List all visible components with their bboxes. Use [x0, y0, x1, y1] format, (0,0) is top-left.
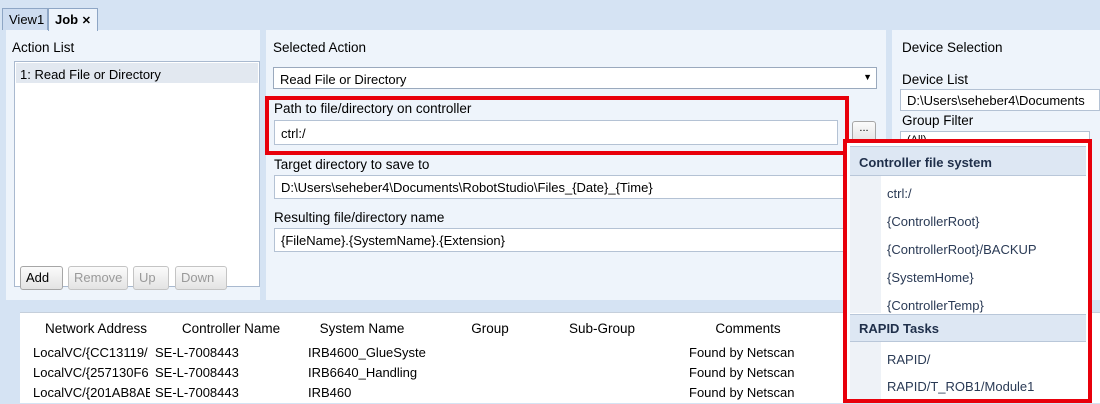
result-name-input[interactable]: {FileName}.{SystemName}.{Extension}	[274, 228, 874, 252]
remove-button[interactable]: Remove	[68, 266, 128, 290]
table-cell: LocalVC/{CC13119/	[33, 345, 148, 360]
add-button[interactable]: Add	[20, 266, 63, 290]
table-cell: SE-L-7008443	[155, 345, 239, 360]
column-header[interactable]: Sub-Group	[552, 321, 652, 336]
table-cell: Found by Netscan	[689, 365, 795, 380]
tab-job[interactable]: Job ✕	[48, 8, 98, 31]
table-cell: IRB6640_Handling	[308, 365, 418, 380]
column-header[interactable]: Group	[450, 321, 530, 336]
table-cell: LocalVC/{201AB8AE	[33, 385, 150, 400]
table-cell: SE-L-7008443	[155, 365, 239, 380]
device-selection-header: Device Selection	[902, 40, 1003, 55]
table-cell: IRB4600_GlueSyste	[308, 345, 426, 360]
tab-view1-label: View1	[9, 12, 45, 27]
column-header[interactable]: Controller Name	[166, 321, 296, 336]
dropdown-arrow-icon: ▼	[863, 72, 872, 82]
down-button[interactable]: Down	[175, 266, 227, 290]
action-type-select[interactable]: Read File or Directory ▼	[273, 67, 877, 89]
action-type-value: Read File or Directory	[280, 72, 407, 87]
group-filter-label: Group Filter	[902, 113, 974, 128]
tab-job-label: Job	[55, 12, 79, 27]
target-directory-input[interactable]: D:\Users\seheber4\Documents\RobotStudio\…	[274, 175, 874, 199]
column-header[interactable]: Comments	[688, 321, 808, 336]
action-list-header: Action List	[12, 40, 75, 55]
action-list[interactable]: 1: Read File or Directory	[14, 61, 260, 287]
selected-action-header: Selected Action	[273, 40, 367, 55]
table-cell: Found by Netscan	[689, 345, 795, 360]
up-button[interactable]: Up	[133, 266, 169, 290]
tab-view1[interactable]: View1	[2, 8, 48, 30]
column-header[interactable]: Network Address	[20, 321, 172, 336]
list-item[interactable]: 1: Read File or Directory	[16, 63, 258, 83]
device-list-label: Device List	[902, 72, 969, 87]
column-header[interactable]: System Name	[302, 321, 422, 336]
action-list-panel: Action List 1: Read File or Directory	[6, 30, 260, 300]
popup-highlight-box	[843, 139, 1092, 403]
result-label: Resulting file/directory name	[274, 210, 445, 225]
table-cell: IRB460	[308, 385, 352, 400]
table-cell: Found by Netscan	[689, 385, 795, 400]
path-highlight-box	[265, 96, 849, 155]
table-cell: SE-L-7008443	[155, 385, 239, 400]
close-icon[interactable]: ✕	[82, 15, 91, 27]
target-label: Target directory to save to	[274, 157, 430, 172]
table-cell: LocalVC/{257130F6	[33, 365, 149, 380]
tab-strip: View1 Job ✕	[0, 0, 1100, 31]
device-list-input[interactable]: D:\Users\seheber4\Documents	[900, 89, 1100, 111]
